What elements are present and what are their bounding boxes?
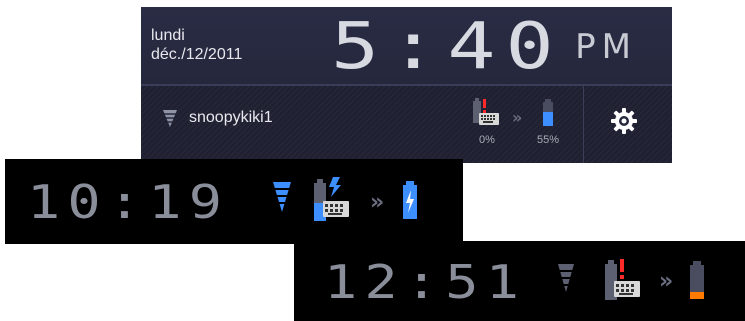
wifi-icon	[273, 182, 291, 212]
keyboard-battery-alert-icon	[605, 259, 640, 300]
battery-charging-icon	[403, 181, 417, 219]
tablet-battery: 55%	[537, 98, 559, 146]
settings-button[interactable]	[611, 108, 637, 138]
status-clock: 10:19	[27, 175, 230, 229]
large-clock: 5:40 PM	[331, 10, 637, 84]
notification-shade: lundi déc./12/2011 5:40 PM snoopykiki1 0…	[141, 7, 672, 163]
shade-header: lundi déc./12/2011 5:40 PM	[141, 7, 672, 86]
status-bar-low-battery: 12:51 »	[294, 241, 745, 321]
date-display: lundi déc./12/2011	[151, 26, 242, 64]
battery-status: 0% » 55%	[471, 98, 571, 152]
status-clock: 12:51	[324, 255, 527, 309]
double-chevron-icon: »	[370, 190, 385, 215]
status-bar-charging: 10:19 »	[5, 159, 463, 244]
keyboard-battery-charging-icon	[314, 177, 349, 221]
date-label: déc./12/2011	[151, 46, 243, 63]
double-chevron-icon: »	[659, 269, 674, 294]
battery-low-icon	[690, 261, 704, 299]
shade-status-row: snoopykiki1 0% » 55%	[141, 86, 672, 163]
keyboard-battery-percent: 0%	[479, 134, 495, 146]
wifi-status[interactable]: snoopykiki1	[163, 108, 273, 128]
wifi-icon	[558, 264, 574, 292]
keyboard-battery-alert-icon	[473, 98, 499, 125]
clock-ampm: PM	[575, 27, 637, 67]
wifi-ssid: snoopykiki1	[189, 109, 273, 126]
battery-icon	[543, 99, 554, 126]
wifi-icon	[163, 110, 177, 127]
tablet-battery-percent: 55%	[537, 134, 560, 146]
weekday-label: lundi	[151, 27, 185, 44]
double-chevron-icon: »	[512, 108, 523, 127]
divider	[583, 86, 584, 163]
clock-time: 5:40	[331, 10, 564, 84]
keyboard-battery: 0%	[471, 98, 503, 146]
settings-gear-icon	[611, 108, 637, 134]
